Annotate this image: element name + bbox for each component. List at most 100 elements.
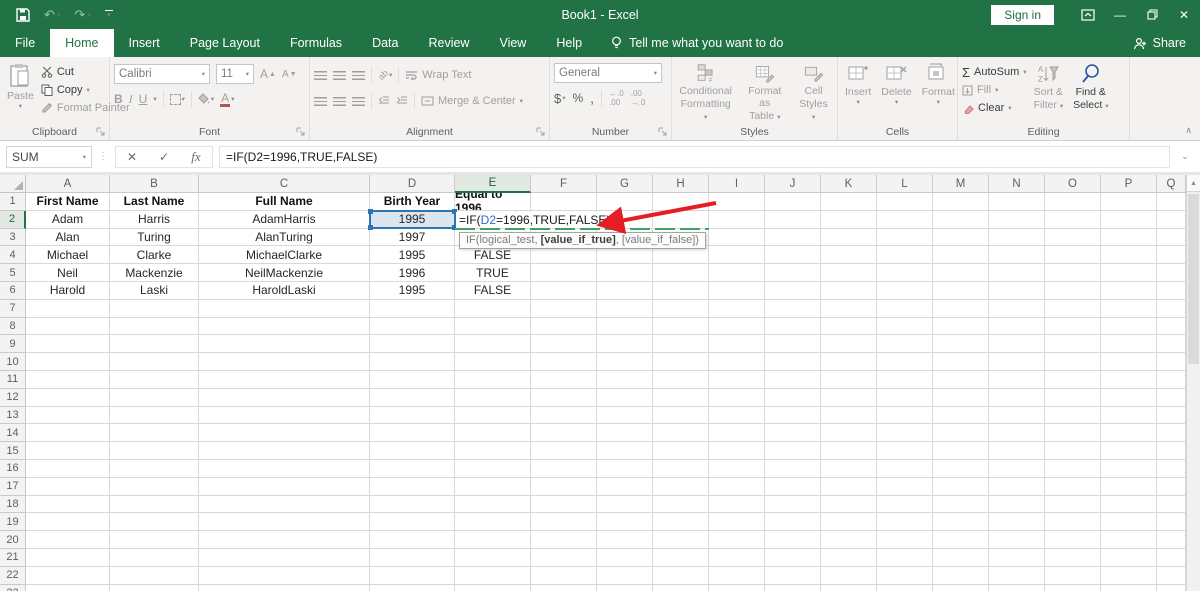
cell-D3[interactable]: 1997: [370, 229, 455, 247]
cell-A11[interactable]: [26, 371, 110, 389]
cell-M4[interactable]: [933, 246, 989, 264]
cell-A10[interactable]: [26, 353, 110, 371]
cell-Q23[interactable]: [1157, 585, 1186, 591]
italic-button[interactable]: I: [129, 92, 133, 107]
cell-E21[interactable]: [455, 549, 531, 567]
cell-F16[interactable]: [531, 460, 597, 478]
cell-K16[interactable]: [821, 460, 877, 478]
restore-button[interactable]: [1136, 0, 1168, 29]
cell-L22[interactable]: [877, 567, 933, 585]
cell-Q21[interactable]: [1157, 549, 1186, 567]
cell-F21[interactable]: [531, 549, 597, 567]
clipboard-dialog-launcher[interactable]: [96, 127, 106, 137]
cell-B10[interactable]: [110, 353, 199, 371]
cell-O19[interactable]: [1045, 513, 1101, 531]
align-right-icon[interactable]: [352, 97, 365, 106]
formula-edit-cell[interactable]: =IF(D2=1996,TRUE,FALSE): [456, 212, 597, 229]
tab-view[interactable]: View: [484, 29, 541, 57]
cell-B22[interactable]: [110, 567, 199, 585]
decrease-decimal-button[interactable]: .00→.0: [631, 89, 646, 107]
font-dialog-launcher[interactable]: [296, 127, 306, 137]
cell-N14[interactable]: [989, 424, 1045, 442]
cell-K10[interactable]: [821, 353, 877, 371]
cell-Q6[interactable]: [1157, 282, 1186, 300]
cell-H11[interactable]: [653, 371, 709, 389]
cell-P23[interactable]: [1101, 585, 1157, 591]
cell-E19[interactable]: [455, 513, 531, 531]
cell-E5[interactable]: TRUE: [455, 264, 531, 282]
row-header-19[interactable]: 19: [0, 513, 26, 531]
accounting-format-button[interactable]: $▾: [554, 91, 566, 106]
cell-E23[interactable]: [455, 585, 531, 591]
cell-E17[interactable]: [455, 478, 531, 496]
cell-I13[interactable]: [709, 407, 765, 425]
row-header-3[interactable]: 3: [0, 229, 26, 247]
cell-J12[interactable]: [765, 389, 821, 407]
cell-E14[interactable]: [455, 424, 531, 442]
cell-B12[interactable]: [110, 389, 199, 407]
cell-A13[interactable]: [26, 407, 110, 425]
cell-B4[interactable]: Clarke: [110, 246, 199, 264]
cell-M9[interactable]: [933, 335, 989, 353]
cell-I17[interactable]: [709, 478, 765, 496]
column-header-D[interactable]: D: [370, 175, 455, 193]
cell-L12[interactable]: [877, 389, 933, 407]
cell-M23[interactable]: [933, 585, 989, 591]
cell-M15[interactable]: [933, 442, 989, 460]
cell-G7[interactable]: [597, 300, 653, 318]
cell-B8[interactable]: [110, 318, 199, 336]
cell-H23[interactable]: [653, 585, 709, 591]
cell-G20[interactable]: [597, 531, 653, 549]
cell-J20[interactable]: [765, 531, 821, 549]
tab-insert[interactable]: Insert: [114, 29, 175, 57]
cell-M14[interactable]: [933, 424, 989, 442]
cell-M5[interactable]: [933, 264, 989, 282]
cell-J22[interactable]: [765, 567, 821, 585]
cell-C13[interactable]: [199, 407, 370, 425]
cell-L20[interactable]: [877, 531, 933, 549]
cell-N13[interactable]: [989, 407, 1045, 425]
cell-J3[interactable]: [765, 229, 821, 247]
cell-M12[interactable]: [933, 389, 989, 407]
cell-I7[interactable]: [709, 300, 765, 318]
cell-L17[interactable]: [877, 478, 933, 496]
column-header-J[interactable]: J: [765, 175, 821, 193]
cell-B23[interactable]: [110, 585, 199, 591]
cell-F17[interactable]: [531, 478, 597, 496]
cell-Q16[interactable]: [1157, 460, 1186, 478]
cell-D5[interactable]: 1996: [370, 264, 455, 282]
cell-P12[interactable]: [1101, 389, 1157, 407]
cell-G1[interactable]: [597, 193, 653, 211]
cell-E20[interactable]: [455, 531, 531, 549]
align-top-icon[interactable]: [314, 71, 327, 80]
cell-L6[interactable]: [877, 282, 933, 300]
shrink-font-button[interactable]: A▼: [282, 69, 297, 80]
cell-E18[interactable]: [455, 496, 531, 514]
cell-G9[interactable]: [597, 335, 653, 353]
cell-M6[interactable]: [933, 282, 989, 300]
cell-I8[interactable]: [709, 318, 765, 336]
cell-N4[interactable]: [989, 246, 1045, 264]
cell-P6[interactable]: [1101, 282, 1157, 300]
cell-Q11[interactable]: [1157, 371, 1186, 389]
tab-review[interactable]: Review: [413, 29, 484, 57]
row-header-16[interactable]: 16: [0, 460, 26, 478]
cell-H22[interactable]: [653, 567, 709, 585]
cell-D23[interactable]: [370, 585, 455, 591]
cell-D19[interactable]: [370, 513, 455, 531]
cell-J13[interactable]: [765, 407, 821, 425]
cell-K4[interactable]: [821, 246, 877, 264]
cell-Q22[interactable]: [1157, 567, 1186, 585]
cell-B20[interactable]: [110, 531, 199, 549]
cell-K5[interactable]: [821, 264, 877, 282]
cell-O18[interactable]: [1045, 496, 1101, 514]
vertical-scrollbar[interactable]: ▲: [1186, 175, 1200, 591]
cell-L18[interactable]: [877, 496, 933, 514]
column-header-K[interactable]: K: [821, 175, 877, 193]
format-as-table-button[interactable]: Format as Table ▾: [739, 61, 790, 124]
cell-A4[interactable]: Michael: [26, 246, 110, 264]
cell-K8[interactable]: [821, 318, 877, 336]
cell-J19[interactable]: [765, 513, 821, 531]
fill-color-button[interactable]: ▾: [198, 93, 214, 105]
cell-O16[interactable]: [1045, 460, 1101, 478]
